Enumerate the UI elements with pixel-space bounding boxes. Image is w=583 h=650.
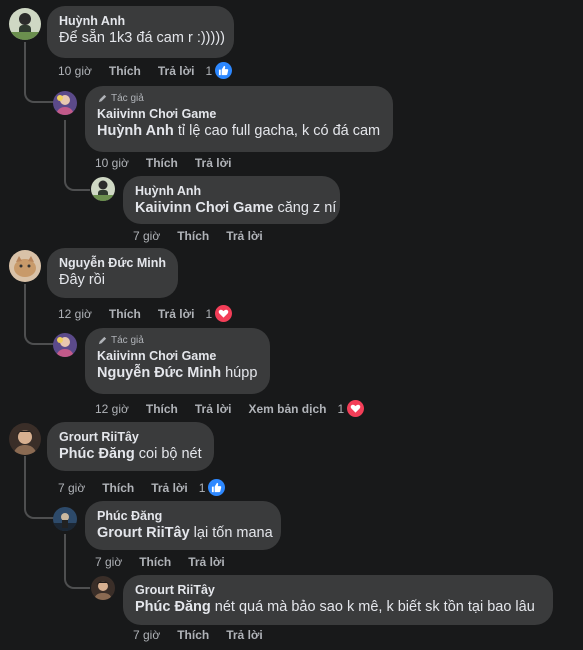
thread-line [24,42,54,103]
comment-time[interactable]: 10 giờ [95,156,129,170]
reply-button[interactable]: Trả lời [195,156,232,170]
like-reaction-icon [208,479,226,496]
reply-button[interactable]: Trả lời [226,628,263,642]
avatar[interactable] [9,250,41,282]
like-button[interactable]: Thích [139,555,171,569]
comment-time[interactable]: 12 giờ [58,307,92,321]
mention-link[interactable]: Nguyễn Đức Minh [97,365,221,381]
author-badge: Tác giả [97,93,381,104]
avatar[interactable] [53,333,77,357]
comment-bubble: Tác giả Kaiivinn Chơi Game Nguyễn Đức Mi… [85,328,270,394]
comment-time[interactable]: 7 giờ [95,555,122,569]
comment-text: Phúc Đăng coi bộ nét [59,446,202,462]
comment-author[interactable]: Grourt RiiTây [135,582,541,598]
reaction-count: 1 [337,401,345,416]
comment-actions: 7 giờ Thích Trả lời 1 [58,479,242,496]
comment-actions: 7 giờ Thích Trả lời [133,628,280,642]
comment-text: Huỳnh Anh tỉ lệ cao full gacha, k có đá … [97,123,381,139]
comment-bubble: Grourt RiiTây Phúc Đăng nét quá mà bảo s… [123,575,553,625]
comment-time[interactable]: 7 giờ [58,481,85,495]
author-badge: Tác giả [97,335,258,346]
pencil-icon [98,94,107,103]
comment-author[interactable]: Kaiivinn Chơi Game [97,348,258,364]
mention-link[interactable]: Grourt RiiTây [97,525,190,541]
like-button[interactable]: Thích [177,628,209,642]
comment-actions: 10 giờ Thích Trả lời [95,156,248,170]
like-button[interactable]: Thích [146,402,178,416]
like-button[interactable]: Thích [109,307,141,321]
like-button[interactable]: Thích [109,64,141,78]
pencil-icon [98,336,107,345]
avatar[interactable] [53,507,77,531]
reply-button[interactable]: Trả lời [158,64,195,78]
mention-link[interactable]: Kaiivinn Chơi Game [135,200,273,216]
reaction-summary[interactable]: 1 [337,400,381,417]
comment-bubble: Tác giả Kaiivinn Chơi Game Huỳnh Anh tỉ … [85,86,393,152]
comment-text: Kaiivinn Chơi Game căng z ní [135,200,337,216]
avatar[interactable] [9,423,41,455]
comment-actions: 7 giờ Thích Trả lời [133,229,280,243]
comment-actions: 7 giờ Thích Trả lời [95,555,242,569]
comment-author[interactable]: Huỳnh Anh [135,183,328,199]
comment-text: Nguyễn Đức Minh húpp [97,365,258,381]
comment-author[interactable]: Grourt RiiTây [59,429,202,445]
reply-button[interactable]: Trả lời [195,402,232,416]
reaction-count: 1 [205,306,213,321]
reply-button[interactable]: Trả lời [158,307,195,321]
comment-text: Phúc Đăng nét quá mà bảo sao k mê, k biế… [135,599,535,615]
comment-author[interactable]: Phúc Đăng [97,508,269,524]
comment-author[interactable]: Nguyễn Đức Minh [59,255,166,271]
comment-actions: 12 giờ Thích Trả lời 1 [58,305,249,322]
reply-button[interactable]: Trả lời [188,555,225,569]
mention-link[interactable]: Phúc Đăng [59,446,135,462]
thread-line [24,456,54,519]
comment-time[interactable]: 12 giờ [95,402,129,416]
comment-bubble: Grourt RiiTây Phúc Đăng coi bộ nét [47,422,214,471]
mention-link[interactable]: Phúc Đăng [135,599,211,615]
reaction-summary[interactable]: 1 [199,479,243,496]
comment-actions: 12 giờ Thích Trả lời Xem bản dịch 1 [95,400,381,417]
comment-bubble: Phúc Đăng Grourt RiiTây lại tốn mana [85,501,281,550]
avatar[interactable] [53,91,77,115]
comment-bubble: Nguyễn Đức Minh Đây rồi [47,248,178,298]
comment-bubble: Huỳnh Anh Kaiivinn Chơi Game căng z ní [123,176,340,224]
heart-reaction-icon [347,400,365,417]
reaction-count: 1 [205,63,213,78]
comment-text: Để sẵn 1k3 đá cam r :))))) [59,30,225,46]
comment-text: Đây rồi [59,272,105,288]
like-button[interactable]: Thích [146,156,178,170]
reaction-summary[interactable]: 1 [205,305,249,322]
mention-link[interactable]: Huỳnh Anh [97,123,174,139]
comment-text: Grourt RiiTây lại tốn mana [97,525,273,541]
avatar[interactable] [91,177,115,201]
reply-button[interactable]: Trả lời [226,229,263,243]
translate-button[interactable]: Xem bản dịch [248,402,326,416]
comment-bubble: Huỳnh Anh Để sẵn 1k3 đá cam r :))))) [47,6,234,58]
heart-reaction-icon [215,305,233,322]
comment-time[interactable]: 7 giờ [133,628,160,642]
comment-author[interactable]: Kaiivinn Chơi Game [97,106,381,122]
comment-author[interactable]: Huỳnh Anh [59,13,222,29]
thread-line [64,534,90,589]
comment-actions: 10 giờ Thích Trả lời 1 [58,62,249,79]
reply-button[interactable]: Trả lời [151,481,188,495]
like-button[interactable]: Thích [177,229,209,243]
avatar[interactable] [91,576,115,600]
comment-time[interactable]: 10 giờ [58,64,92,78]
like-reaction-icon [215,62,233,79]
reaction-summary[interactable]: 1 [205,62,249,79]
avatar[interactable] [9,8,41,40]
reaction-count: 1 [198,480,206,495]
comment-time[interactable]: 7 giờ [133,229,160,243]
like-button[interactable]: Thích [102,481,134,495]
thread-line [24,284,54,345]
